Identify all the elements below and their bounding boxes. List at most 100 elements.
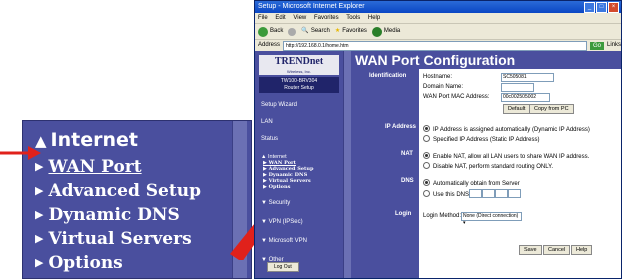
- menu-tools[interactable]: Tools: [346, 15, 360, 21]
- nav-status[interactable]: Status: [255, 136, 343, 142]
- favorites-label: Favorites: [342, 28, 367, 34]
- dns-octet-4[interactable]: [508, 189, 521, 198]
- nav-item-label: VPN (IPSec): [268, 219, 303, 225]
- close-icon[interactable]: ×: [608, 2, 619, 13]
- address-input[interactable]: http://192.168.0.1/home.htm: [283, 40, 587, 51]
- minimize-icon[interactable]: _: [584, 2, 595, 13]
- page-content: TRENDnet Wireless, Inc. TW100-BRV304 Rou…: [255, 51, 621, 278]
- login-method-label: Login Method:: [423, 213, 462, 219]
- ip-auto-label: IP Address is assigned automatically (Dy…: [433, 127, 590, 133]
- dns-auto-radio[interactable]: Automatically obtain from Server: [423, 179, 520, 187]
- router-sidebar: TRENDnet Wireless, Inc. TW100-BRV304 Rou…: [255, 51, 343, 278]
- media-label: Media: [383, 28, 401, 34]
- model-box: TW100-BRV304 Router Setup: [259, 77, 339, 93]
- zoom-item-virtual-servers[interactable]: ▶ Virtual Servers: [35, 229, 192, 249]
- nav-microsoft-vpn[interactable]: ▼ Microsoft VPN: [255, 238, 343, 244]
- radio-selected-icon: [423, 179, 430, 186]
- ip-auto-radio[interactable]: IP Address is assigned automatically (Dy…: [423, 125, 590, 133]
- default-button[interactable]: Default: [503, 104, 531, 114]
- help-button[interactable]: Help: [571, 245, 593, 255]
- model-sub: Router Setup: [284, 85, 314, 91]
- address-label: Address: [258, 42, 281, 48]
- save-button[interactable]: Save: [519, 245, 542, 255]
- section-ip-address: IP Address: [385, 124, 417, 130]
- nav-item-label: Security: [268, 200, 291, 206]
- section-nat: NAT: [401, 151, 413, 157]
- radio-icon: [423, 135, 430, 142]
- dns-use-radio[interactable]: Use this DNS: [423, 190, 469, 198]
- zoom-item-label: Options: [48, 253, 123, 273]
- zoom-item-label: Dynamic DNS: [48, 205, 180, 225]
- links-button[interactable]: Links: [607, 40, 621, 51]
- radio-selected-icon: [423, 125, 430, 132]
- cancel-button[interactable]: Cancel: [543, 245, 571, 255]
- domain-input[interactable]: [501, 83, 534, 92]
- star-icon: ★: [334, 28, 341, 34]
- maximize-icon[interactable]: □: [596, 2, 607, 13]
- nav-options[interactable]: ▶ Options: [255, 184, 343, 190]
- zoom-item-options[interactable]: ▶ Options: [35, 253, 123, 273]
- page-title: WAN Port Configuration: [351, 51, 621, 69]
- zoom-item-advanced-setup[interactable]: ▶ Advanced Setup: [35, 181, 201, 201]
- menu-edit[interactable]: Edit: [275, 15, 285, 21]
- section-dns: DNS: [401, 178, 414, 184]
- ip-static-label: Specified IP Address (Static IP Address): [433, 137, 540, 143]
- go-button[interactable]: Go: [589, 41, 604, 50]
- login-method-select[interactable]: None (Direct connection) ▾: [461, 212, 522, 226]
- triangle-right-icon: ▶: [35, 232, 44, 245]
- browser-window: Setup - Microsoft Internet Explorer _ □ …: [254, 0, 622, 279]
- mac-input[interactable]: 00c002505002: [501, 93, 550, 102]
- triangle-right-icon: ▶: [35, 256, 44, 269]
- nat-enable-radio[interactable]: Enable NAT, allow all LAN users to share…: [423, 152, 589, 160]
- model-name: TW100-BRV304: [280, 78, 318, 84]
- dns-octet-2[interactable]: [482, 189, 495, 198]
- radio-selected-icon: [423, 152, 430, 159]
- copy-from-pc-button[interactable]: Copy from PC: [529, 104, 574, 114]
- nav-setup-wizard[interactable]: Setup Wizard: [255, 102, 343, 108]
- dns-octet-1[interactable]: [469, 189, 482, 198]
- zoom-item-wan-port[interactable]: ▶ WAN Port: [35, 157, 142, 177]
- media-button[interactable]: Media: [371, 24, 401, 39]
- dns-auto-label: Automatically obtain from Server: [433, 181, 520, 187]
- dns-use-label: Use this DNS: [433, 192, 470, 198]
- menu-view[interactable]: View: [293, 15, 306, 21]
- zoom-internet-label: Internet: [50, 129, 138, 151]
- browser-toolbar: Back 🔍 Search ★ Favorites Media: [255, 24, 621, 40]
- back-label: Back: [270, 28, 284, 34]
- logout-button[interactable]: Log Out: [267, 262, 299, 272]
- nat-enable-label: Enable NAT, allow all LAN users to share…: [433, 154, 590, 160]
- nav-item-label: Microsoft VPN: [268, 238, 307, 244]
- search-label: Search: [310, 28, 330, 34]
- menu-file[interactable]: File: [258, 15, 268, 21]
- forward-icon[interactable]: [288, 27, 297, 36]
- menu-favorites[interactable]: Favorites: [314, 15, 339, 21]
- nat-disable-radio[interactable]: Disable NAT, perform standard routing ON…: [423, 162, 553, 170]
- nat-disable-label: Disable NAT, perform standard routing ON…: [433, 164, 554, 170]
- zoom-item-label: Virtual Servers: [48, 229, 192, 249]
- triangle-right-icon: ▶: [35, 208, 44, 221]
- nav-security[interactable]: ▼ Security: [255, 200, 343, 206]
- zoom-item-dynamic-dns[interactable]: ▶ Dynamic DNS: [35, 205, 180, 225]
- mac-label: WAN Port MAC Address:: [423, 94, 490, 100]
- section-label-band: [351, 69, 419, 278]
- favorites-button[interactable]: ★ Favorites: [335, 24, 367, 39]
- search-button[interactable]: 🔍 Search: [301, 24, 330, 39]
- back-button[interactable]: Back: [258, 24, 283, 39]
- login-method-value: None (Direct connection): [463, 213, 519, 219]
- hostname-label: Hostname:: [423, 74, 453, 80]
- nav-vpn-ipsec[interactable]: ▼ VPN (IPSec): [255, 219, 343, 225]
- window-title: Setup - Microsoft Internet Explorer: [258, 3, 365, 10]
- brand-name: TRENDnet: [274, 56, 324, 67]
- brand-logo: TRENDnet Wireless, Inc.: [259, 55, 339, 75]
- menu-help[interactable]: Help: [368, 15, 380, 21]
- search-icon: 🔍: [301, 28, 309, 34]
- browser-titlebar: Setup - Microsoft Internet Explorer _ □ …: [255, 1, 621, 13]
- dns-octet-3[interactable]: [495, 189, 508, 198]
- zoom-internet-heading[interactable]: ▲ Internet: [35, 129, 138, 151]
- section-identification: Identification: [369, 73, 407, 79]
- zoom-callout: ▲ Internet ▶ WAN Port ▶ Advanced Setup ▶ Dyn…: [22, 120, 252, 279]
- router-main: WAN Port Configuration Identification Ho…: [351, 51, 621, 278]
- ip-static-radio[interactable]: Specified IP Address (Static IP Address): [423, 135, 540, 143]
- hostname-input[interactable]: SC505081: [501, 73, 554, 82]
- nav-lan[interactable]: LAN: [255, 119, 343, 125]
